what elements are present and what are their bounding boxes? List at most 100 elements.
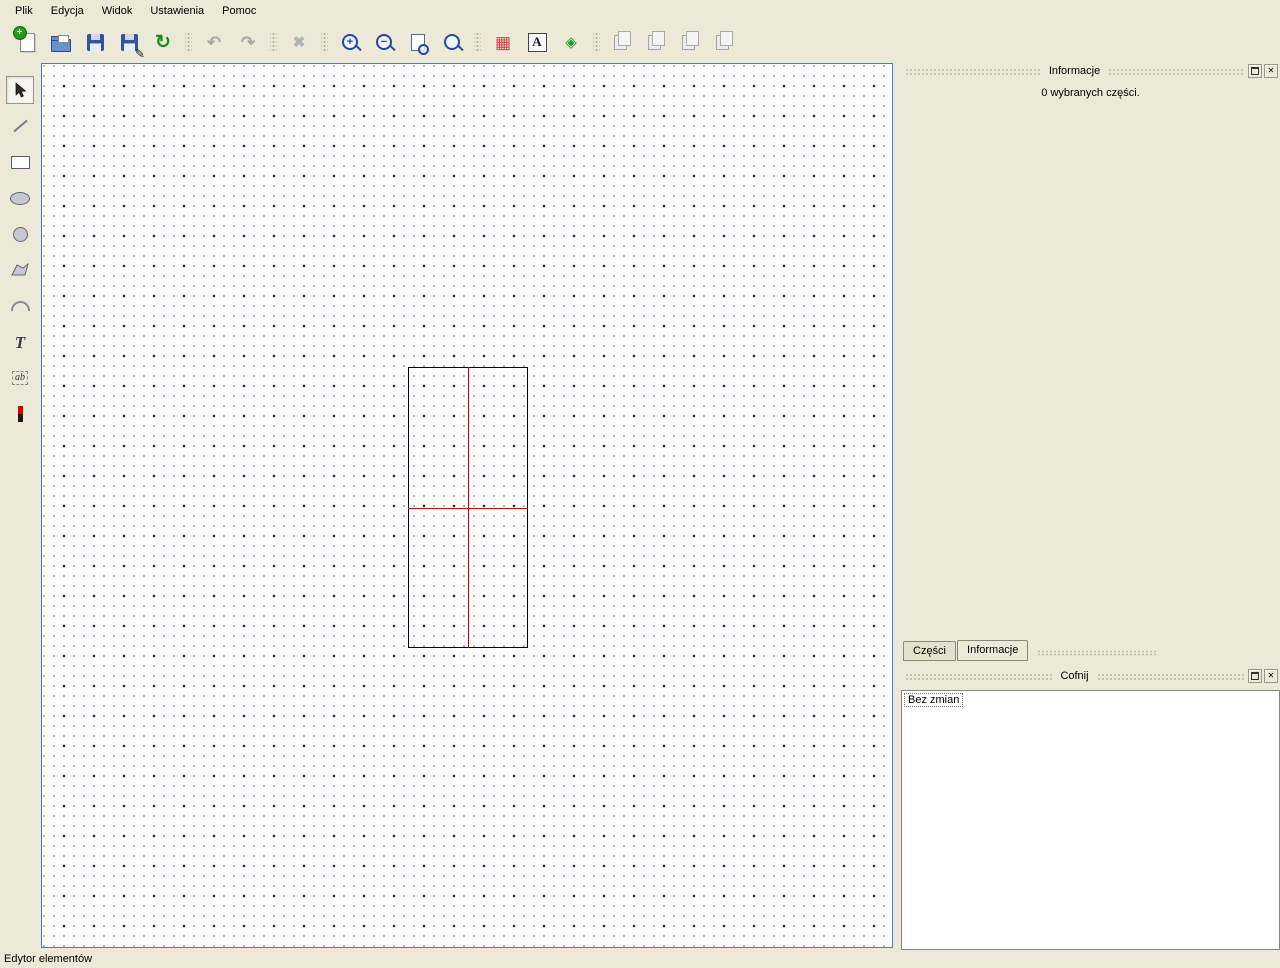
titlebar-texture [905,673,1052,680]
status-bar: Edytor elementów [0,950,1280,968]
undo-arrow-icon: ↶ [207,34,221,51]
copy-tool-button-3[interactable] [675,27,705,57]
ellipse-icon [10,192,30,205]
letter-a-icon: A [528,33,547,52]
line-tool-button[interactable] [6,112,34,140]
cofnij-dock: Cofnij ✕ Bez zmian [901,668,1280,950]
informacje-dock: Informacje ✕ 0 wybranych części. Części … [901,63,1280,661]
open-button[interactable] [46,27,76,57]
magnifier-minus-icon: − [376,34,392,50]
circle-icon [13,227,28,242]
textfield-ab-icon: ab [12,371,28,385]
menu-pomoc[interactable]: Pomoc [213,2,265,20]
green-diamond-icon: ◈ [565,35,577,50]
select-tool-button[interactable] [6,76,34,104]
rectangle-tool-button[interactable] [6,148,34,176]
toolbar-separator [321,31,328,53]
menu-bar: Plik Edycja Widok Ustawienia Pomoc [0,0,1280,22]
polygon-tool-button[interactable] [6,256,34,284]
menu-plik[interactable]: Plik [6,2,42,20]
zoom-fit-button[interactable] [403,27,433,57]
cofnij-dock-title: Cofnij [1056,670,1092,682]
textfield-tool-button[interactable]: ab [6,364,34,392]
delete-button[interactable]: ✖ [284,27,314,57]
magnifier-plus-icon: + [342,34,358,50]
menu-edycja[interactable]: Edycja [42,2,93,20]
edit-texts-button[interactable]: A [522,27,552,57]
reload-button[interactable]: ↻ [148,27,178,57]
redo-arrow-icon: ↷ [241,34,255,51]
toolbar-separator [593,31,600,53]
close-dock-button[interactable]: ✕ [1264,64,1278,78]
redo-button[interactable]: ↷ [233,27,263,57]
reload-icon: ↻ [155,33,171,52]
text-t-icon: T [15,334,25,351]
pencil-icon: ✎ [135,48,145,60]
edit-hotspot-button[interactable]: ◈ [556,27,586,57]
floppy-disk-icon [87,34,104,51]
element-horizontal-axis-line[interactable] [408,508,528,509]
cursor-arrow-icon [13,82,27,98]
grid-icon: ▦ [495,34,511,51]
save-button[interactable] [80,27,110,57]
titlebar-texture [1108,68,1244,75]
copy-tool-button-4[interactable] [709,27,739,57]
terminal-icon [18,406,23,422]
rectangle-icon [11,156,30,169]
grid-button[interactable]: ▦ [488,27,518,57]
page-magnifier-icon [411,34,425,51]
undo-history-list[interactable]: Bez zmian [901,690,1280,950]
toolbar-separator [270,31,277,53]
undo-button[interactable]: ↶ [199,27,229,57]
informacje-dock-titlebar[interactable]: Informacje ✕ [901,63,1280,79]
menu-ustawienia[interactable]: Ustawienia [141,2,213,20]
zoom-out-button[interactable]: − [369,27,399,57]
folder-open-icon [51,39,71,52]
cofnij-dock-titlebar[interactable]: Cofnij ✕ [901,668,1280,684]
restore-window-icon [1251,67,1259,75]
selection-info-text: 0 wybranych części. [901,79,1280,99]
informacje-dock-title: Informacje [1045,65,1104,77]
circle-tool-button[interactable] [6,220,34,248]
line-icon [13,120,27,132]
right-dock-area: Informacje ✕ 0 wybranych części. Części … [901,63,1280,950]
arc-tool-button[interactable] [6,292,34,320]
overlapping-pages-icon [614,35,627,50]
tab-czesci[interactable]: Części [903,641,956,661]
overlapping-pages-icon [716,35,729,50]
overlapping-pages-icon [648,35,661,50]
copy-tool-button-1[interactable] [607,27,637,57]
delete-cross-icon: ✖ [293,35,306,50]
restore-window-icon [1251,672,1259,680]
titlebar-texture [905,68,1041,75]
save-as-button[interactable]: ✎ [114,27,144,57]
zoom-in-button[interactable]: + [335,27,365,57]
toolbar-separator [474,31,481,53]
ellipse-tool-button[interactable] [6,184,34,212]
magnifier-icon [444,34,460,50]
close-dock-button[interactable]: ✕ [1264,669,1278,683]
plus-badge-icon: + [13,26,27,40]
menu-widok[interactable]: Widok [93,2,142,20]
status-text: Edytor elementów [4,953,92,965]
zoom-selection-button[interactable] [437,27,467,57]
undo-history-item[interactable]: Bez zmian [904,693,963,707]
tabbar-texture [1037,650,1157,656]
text-tool-button[interactable]: T [6,328,34,356]
polygon-icon [11,263,29,277]
copy-tool-button-2[interactable] [641,27,671,57]
toolbar-separator [185,31,192,53]
drawing-tools-toolbar: T ab [0,62,40,950]
new-element-button[interactable]: + [12,27,42,57]
dock-tab-bar: Części Informacje [903,639,1280,661]
editor-canvas[interactable] [41,63,893,948]
element-editor-window: Plik Edycja Widok Ustawienia Pomoc + ✎ ↻… [0,0,1280,968]
terminal-tool-button[interactable] [6,400,34,428]
float-dock-button[interactable] [1248,64,1262,78]
tab-informacje[interactable]: Informacje [957,640,1028,661]
titlebar-texture [1097,673,1244,680]
main-toolbar: + ✎ ↻ ↶ ↷ ✖ + − [0,22,1280,62]
arc-icon [11,301,30,311]
new-document-icon: + [20,33,35,52]
float-dock-button[interactable] [1248,669,1262,683]
